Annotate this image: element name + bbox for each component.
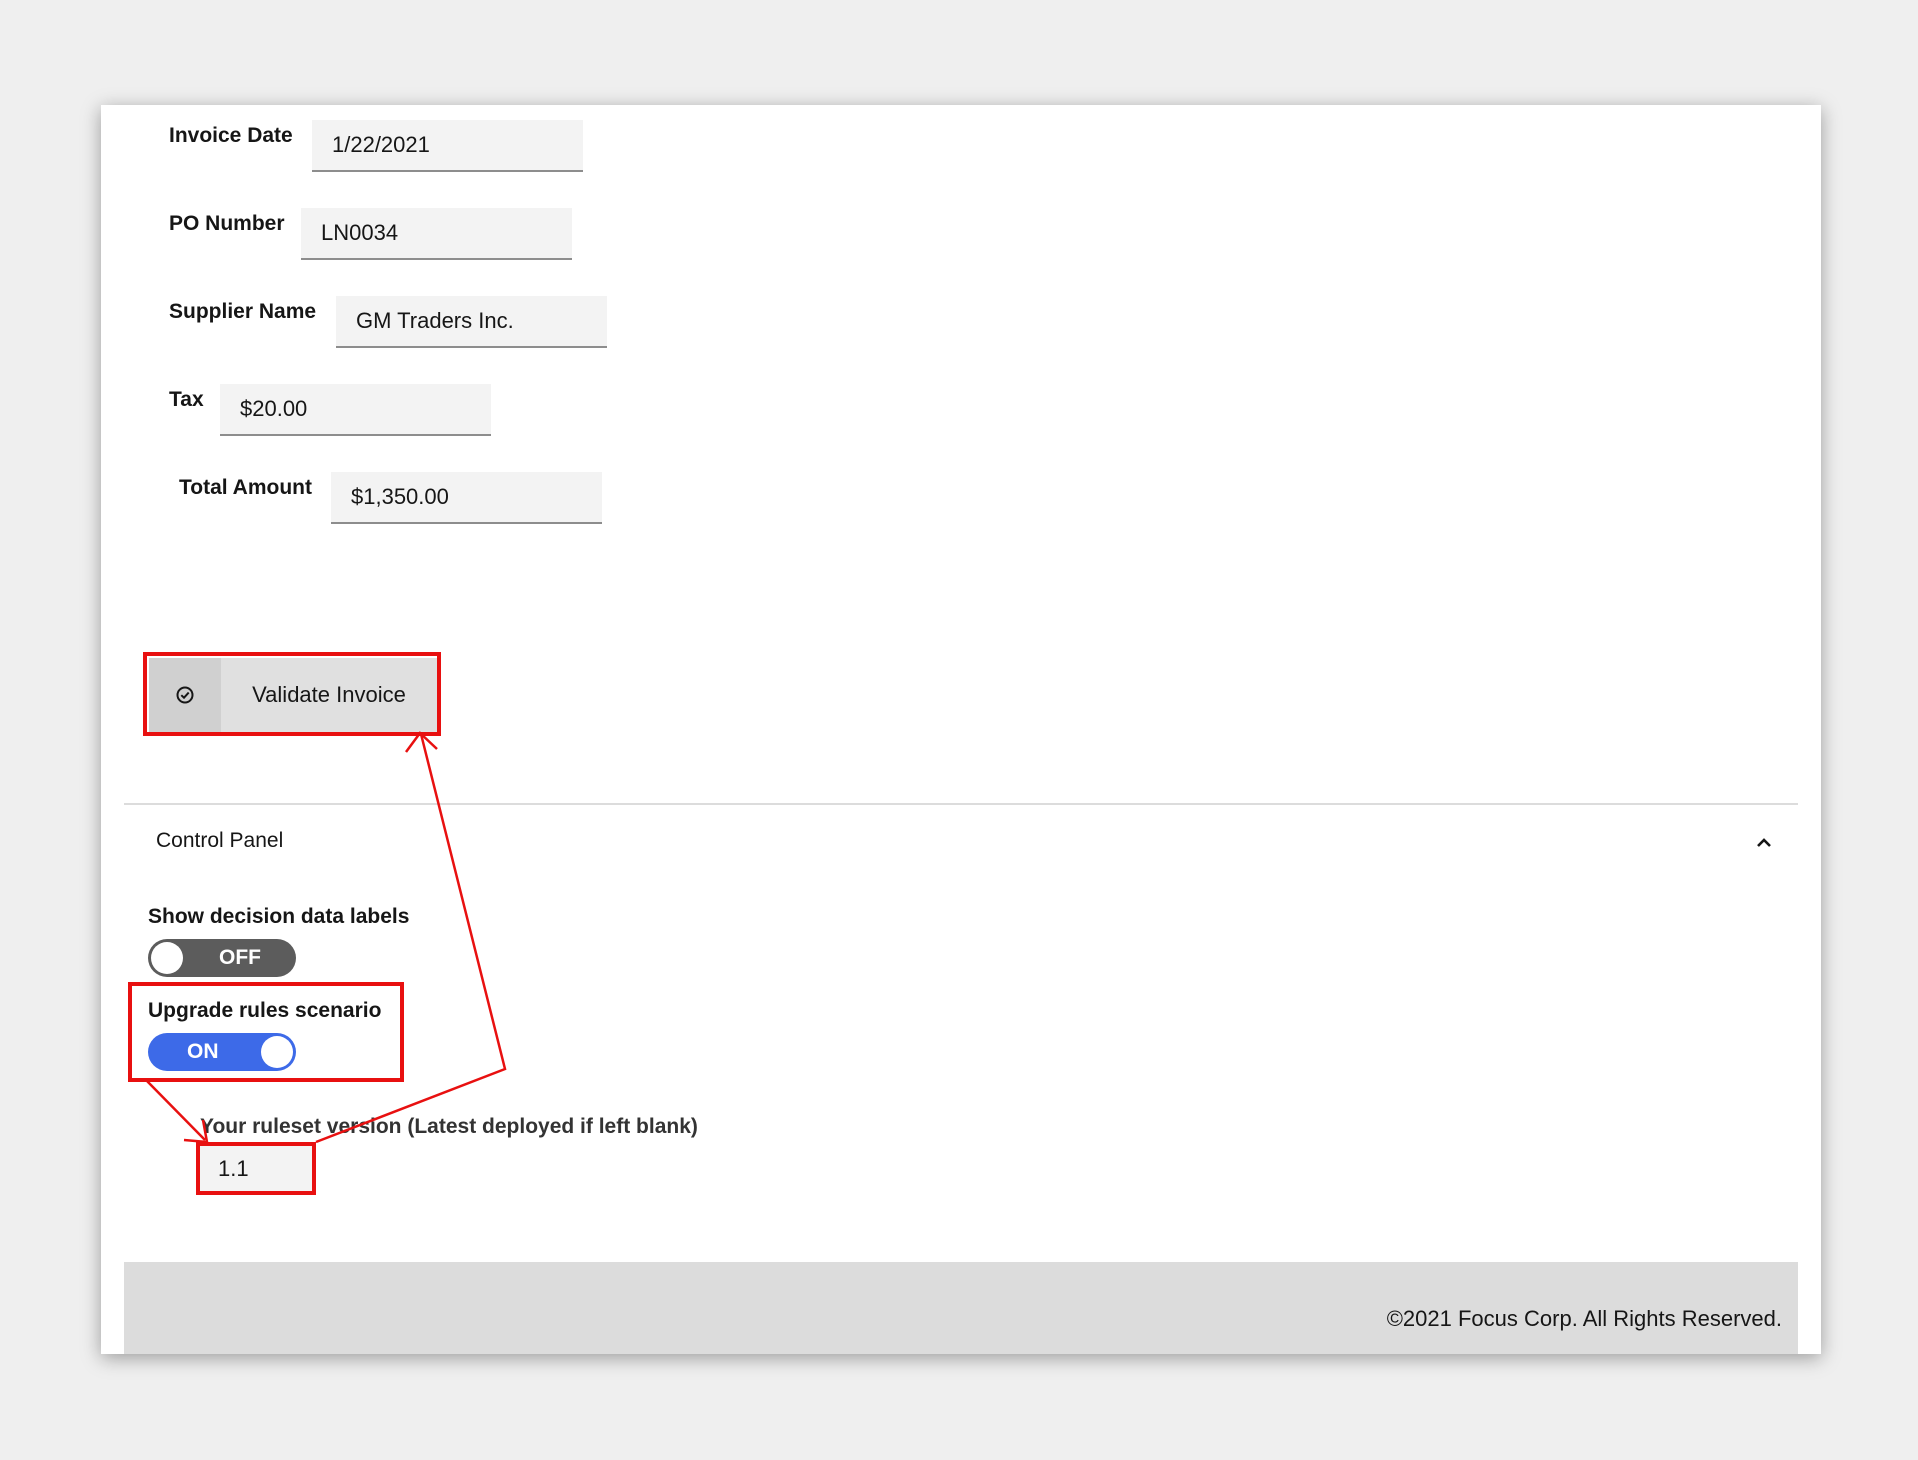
chevron-up-icon[interactable] <box>1752 831 1776 855</box>
invoice-date-label: Invoice Date <box>169 124 293 147</box>
show-labels-label: Show decision data labels <box>148 905 410 928</box>
app-window: Invoice Date PO Number Supplier Name Tax… <box>101 105 1821 1354</box>
total-amount-label: Total Amount <box>179 476 312 499</box>
ruleset-version-input[interactable] <box>200 1143 314 1195</box>
control-panel-title: Control Panel <box>156 829 284 852</box>
po-number-label: PO Number <box>169 212 285 235</box>
tax-label: Tax <box>169 388 204 411</box>
toggle-knob <box>151 942 183 974</box>
tax-input[interactable] <box>220 384 491 436</box>
total-amount-input[interactable] <box>331 472 602 524</box>
upgrade-rules-toggle[interactable]: ON <box>148 1033 296 1071</box>
show-labels-toggle[interactable]: OFF <box>148 939 296 977</box>
toggle-knob <box>261 1036 293 1068</box>
validate-invoice-button[interactable]: Validate Invoice <box>149 658 437 732</box>
supplier-name-label: Supplier Name <box>169 300 317 323</box>
supplier-name-input[interactable] <box>336 296 607 348</box>
copyright-text: ©2021 Focus Corp. All Rights Reserved. <box>1386 1306 1782 1331</box>
section-divider <box>124 803 1798 805</box>
po-number-input[interactable] <box>301 208 572 260</box>
upgrade-rules-label: Upgrade rules scenario <box>148 999 382 1022</box>
check-circle-icon <box>149 658 221 732</box>
ruleset-version-label: Your ruleset version (Latest deployed if… <box>200 1115 698 1138</box>
toggle-state-off: OFF <box>219 946 261 969</box>
invoice-date-input[interactable] <box>312 120 583 172</box>
footer: ©2021 Focus Corp. All Rights Reserved. <box>124 1262 1798 1354</box>
toggle-state-on: ON <box>187 1040 219 1063</box>
validate-invoice-label: Validate Invoice <box>252 682 406 707</box>
